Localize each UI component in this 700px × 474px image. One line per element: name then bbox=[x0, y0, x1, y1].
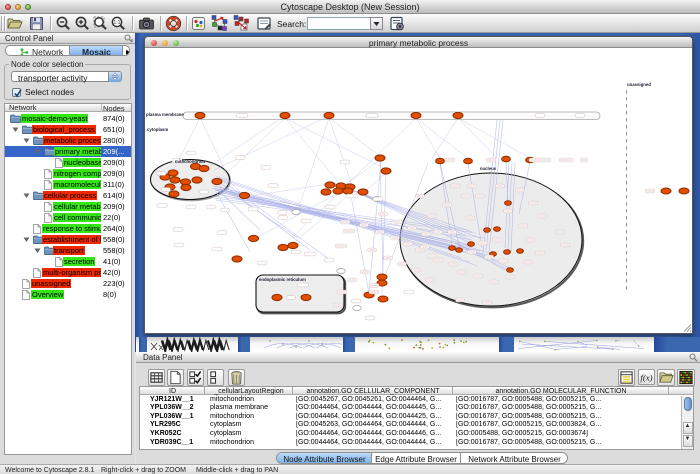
svg-text:cytoplasm: cytoplasm bbox=[147, 127, 168, 132]
svg-text:unassigned: unassigned bbox=[627, 82, 651, 87]
svg-text:plasma membrane: plasma membrane bbox=[146, 112, 184, 117]
svg-text:f(x): f(x) bbox=[640, 373, 652, 383]
svg-text:endoplasmic reticulum: endoplasmic reticulum bbox=[259, 277, 306, 282]
svg-text:1:1: 1:1 bbox=[114, 20, 121, 26]
svg-text:mitochondrion: mitochondrion bbox=[175, 159, 205, 164]
svg-text:nucleus: nucleus bbox=[480, 166, 497, 171]
